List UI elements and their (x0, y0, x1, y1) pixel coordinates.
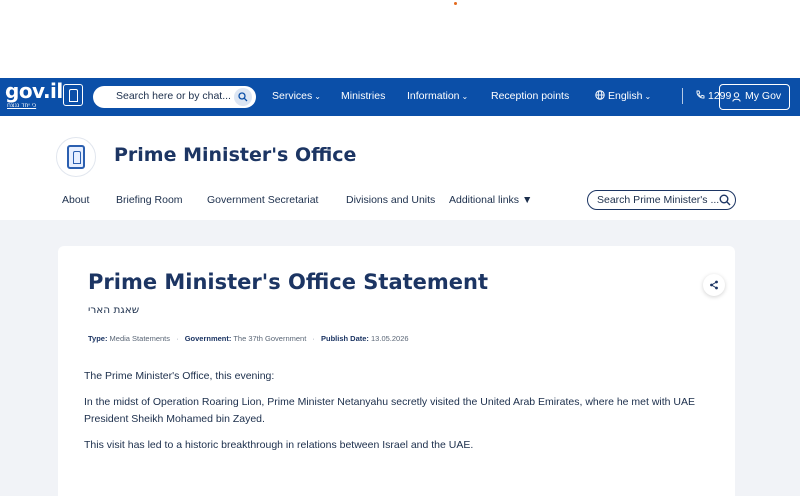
nav-ministries[interactable]: Ministries (341, 90, 385, 102)
meta-type-label: Type: (88, 334, 108, 343)
search-icon (238, 92, 248, 102)
meta-date-value: 13.05.2026 (371, 334, 409, 343)
phone-icon (696, 90, 705, 99)
language-selector[interactable]: English ⌄ (595, 90, 651, 102)
divider (682, 88, 683, 104)
search-placeholder: Search here or by chat... (116, 90, 231, 102)
article-paragraph: In the midst of Operation Roaring Lion, … (84, 396, 696, 425)
logo-slogan: כי יחד ננצח (7, 102, 37, 109)
ministry-search-placeholder: Search Prime Minister's ... (597, 194, 720, 206)
meta-government-label: Government: (184, 334, 232, 343)
ministry-title[interactable]: Prime Minister's Office (114, 144, 356, 166)
globe-icon (595, 90, 605, 100)
meta-type-value: Media Statements (109, 334, 170, 343)
chevron-down-icon: ⌄ (644, 92, 652, 101)
nav-services[interactable]: Services ⌄ (272, 90, 321, 102)
state-emblem-icon (63, 84, 83, 106)
subnav-government-secretariat[interactable]: Government Secretariat (207, 194, 318, 206)
article-meta: Type: Media Statements · Government: The… (88, 334, 409, 343)
gov-il-logo[interactable]: gov.il כי יחד ננצח (3, 79, 87, 113)
subnav-briefing-room[interactable]: Briefing Room (116, 194, 183, 206)
nav-reception-points[interactable]: Reception points (491, 90, 569, 102)
my-gov-label: My Gov (745, 90, 782, 102)
ministry-emblem-icon (56, 137, 96, 177)
subnav-additional-links[interactable]: Additional links ▼ (449, 194, 532, 206)
logo-text: gov.il (5, 79, 63, 103)
chevron-down-icon: ⌄ (314, 92, 321, 101)
article-paragraph: The Prime Minister's Office, this evenin… (84, 370, 275, 382)
meta-date-label: Publish Date: (320, 334, 369, 343)
top-blank-area (0, 0, 800, 78)
page-title: Prime Minister's Office Statement (88, 270, 489, 294)
hebrew-subtitle: שאגת הארי (88, 304, 140, 316)
subnav-divisions-units[interactable]: Divisions and Units (346, 194, 435, 206)
user-icon (732, 92, 741, 102)
share-button[interactable] (703, 274, 725, 296)
subnav-about[interactable]: About (62, 194, 89, 206)
loading-indicator-dot (454, 2, 457, 5)
meta-government-value: The 37th Government (233, 334, 307, 343)
search-icon (719, 194, 731, 206)
chevron-down-icon: ⌄ (461, 92, 469, 101)
article-paragraph: This visit has led to a historic breakth… (84, 439, 474, 451)
share-icon (710, 280, 718, 290)
search-button[interactable] (234, 88, 252, 106)
nav-information[interactable]: Information ⌄ (407, 90, 468, 102)
